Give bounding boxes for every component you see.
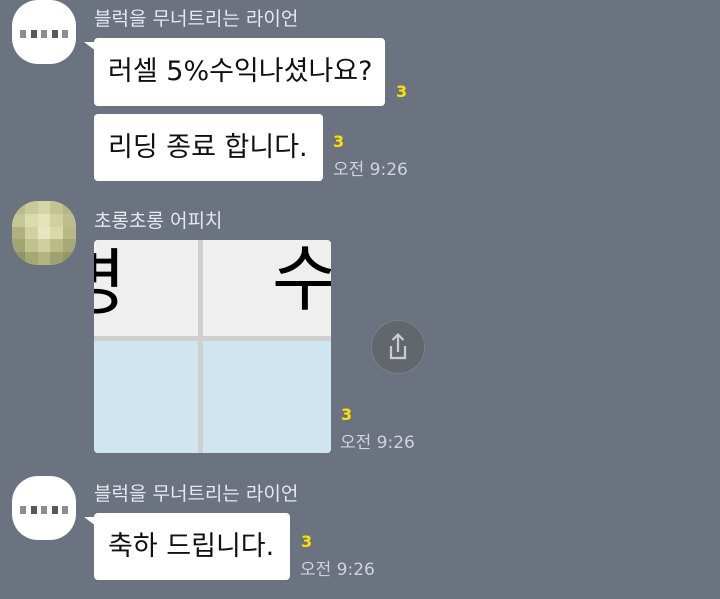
sender-name: 블럭을 무너트리는 라이언: [94, 483, 299, 505]
image-glyph-left: 명: [94, 240, 126, 326]
image-horizontal-line: [94, 336, 331, 341]
share-button[interactable]: [371, 320, 425, 374]
message-time: 오전 9:26: [340, 433, 415, 453]
profile-icon: [20, 30, 68, 38]
message-bubble[interactable]: 축하 드립니다.: [94, 513, 290, 580]
unread-count: 3: [333, 132, 345, 151]
sender-avatar[interactable]: [12, 476, 76, 540]
sender-avatar[interactable]: [12, 0, 76, 64]
sender-name: 블럭을 무너트리는 라이언: [94, 8, 299, 30]
share-icon: [389, 332, 407, 360]
unread-count: 3: [301, 532, 313, 551]
message-time: 오전 9:26: [333, 160, 408, 180]
image-message[interactable]: 명 수: [94, 240, 331, 453]
blurred-profile-photo: [12, 201, 76, 265]
sender-avatar[interactable]: [12, 201, 76, 265]
message-bubble[interactable]: 리딩 종료 합니다.: [94, 114, 323, 181]
message-bubble[interactable]: 러셀 5%수익나셨나요?: [94, 38, 385, 106]
message-time: 오전 9:26: [300, 560, 375, 580]
unread-count: 3: [396, 82, 408, 101]
image-vertical-line: [198, 240, 203, 453]
sender-name: 초롱초롱 어피치: [94, 210, 223, 232]
unread-count: 3: [341, 405, 353, 424]
profile-icon: [20, 506, 68, 514]
image-glyph-right: 수: [272, 240, 331, 321]
image-bottom-region: [94, 340, 331, 453]
